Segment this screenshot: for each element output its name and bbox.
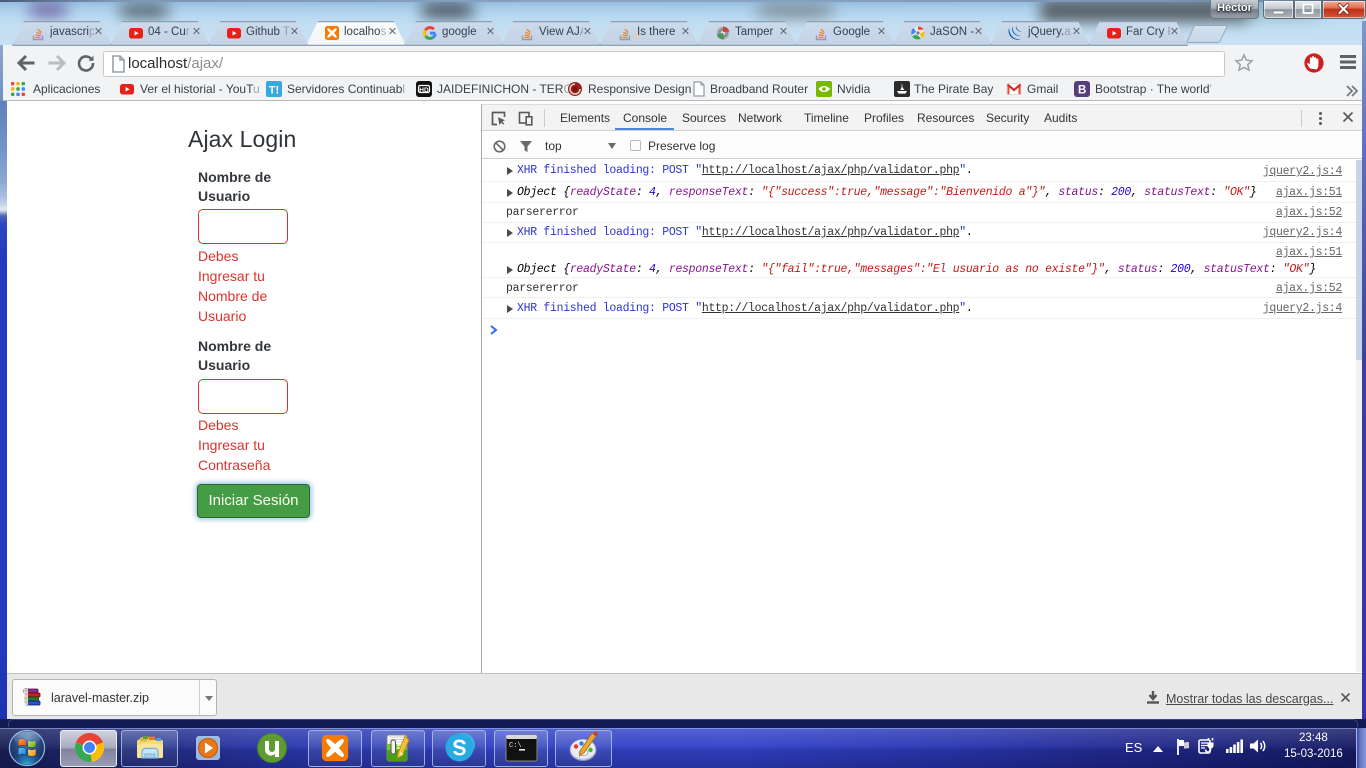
svg-text:HD: HD: [419, 87, 429, 94]
svg-text:T!: T!: [269, 85, 279, 97]
svg-text:B: B: [1078, 85, 1086, 97]
svg-text:C:\: C:\: [509, 742, 522, 750]
